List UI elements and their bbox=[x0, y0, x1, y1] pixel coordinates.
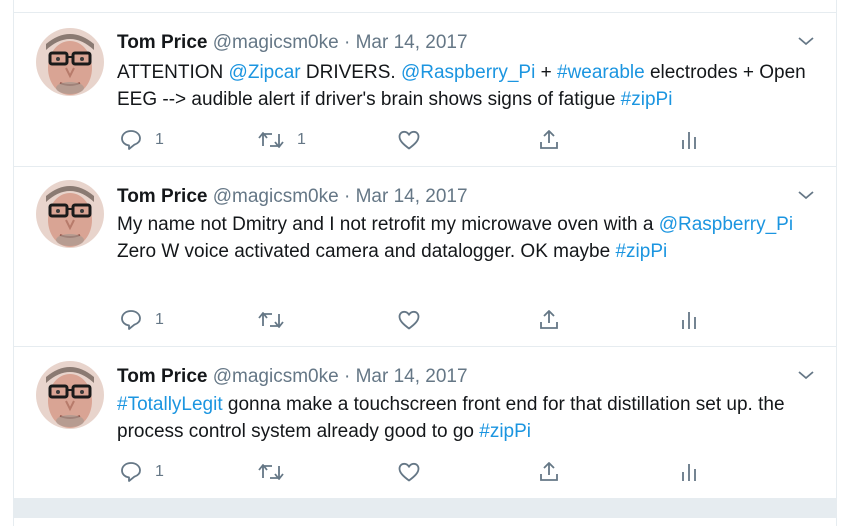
retweet-icon bbox=[258, 464, 284, 480]
hashtag-link[interactable]: #wearable bbox=[557, 62, 645, 83]
tweet-date[interactable]: Mar 14, 2017 bbox=[356, 366, 468, 387]
mention-link[interactable]: @Raspberry_Pi bbox=[401, 62, 535, 83]
like-button[interactable] bbox=[397, 307, 433, 333]
reply-icon bbox=[121, 310, 141, 330]
author-name[interactable]: Tom Price bbox=[117, 32, 207, 53]
timeline: Tom Price @magicsm0ke · Mar 14, 2017 ATT… bbox=[13, 0, 837, 526]
share-button[interactable] bbox=[537, 307, 561, 333]
reply-button[interactable]: 1 bbox=[119, 127, 164, 153]
retweet-count: 1 bbox=[297, 131, 306, 148]
like-button[interactable] bbox=[397, 127, 433, 153]
hashtag-link[interactable]: #zipPi bbox=[621, 89, 673, 110]
tweet-actions: 1 bbox=[117, 307, 717, 333]
analytics-button[interactable] bbox=[679, 459, 699, 485]
mention-link[interactable]: @Raspberry_Pi bbox=[659, 214, 793, 235]
tweet-header: Tom Price @magicsm0ke · Mar 14, 2017 bbox=[117, 31, 468, 55]
tweet[interactable]: Tom Price @magicsm0ke · Mar 14, 2017 ATT… bbox=[14, 12, 836, 167]
analytics-button[interactable] bbox=[679, 127, 699, 153]
tweet[interactable]: Tom Price @magicsm0ke · Mar 14, 2017 My … bbox=[14, 167, 836, 347]
tweet-text: ATTENTION @Zipcar DRIVERS. @Raspberry_Pi… bbox=[117, 59, 817, 113]
author-name[interactable]: Tom Price bbox=[117, 186, 207, 207]
avatar[interactable] bbox=[36, 361, 104, 429]
heart-icon bbox=[398, 130, 420, 150]
reply-icon bbox=[121, 462, 141, 482]
tweet-header: Tom Price @magicsm0ke · Mar 14, 2017 bbox=[117, 185, 468, 209]
tweet-date[interactable]: Mar 14, 2017 bbox=[356, 186, 468, 207]
reply-button[interactable]: 1 bbox=[119, 307, 164, 333]
author-handle[interactable]: @magicsm0ke bbox=[213, 32, 339, 53]
tweet-actions: 1 1 bbox=[117, 127, 717, 153]
tweet-actions: 1 bbox=[117, 459, 717, 485]
retweet-button[interactable] bbox=[257, 307, 297, 333]
retweet-button[interactable]: 1 bbox=[257, 127, 306, 153]
analytics-icon bbox=[682, 132, 696, 149]
author-handle[interactable]: @magicsm0ke bbox=[213, 186, 339, 207]
retweet-icon bbox=[258, 132, 284, 148]
author-name[interactable]: Tom Price bbox=[117, 366, 207, 387]
tweet-header: Tom Price @magicsm0ke · Mar 14, 2017 bbox=[117, 365, 468, 389]
separator: · bbox=[343, 32, 351, 53]
author-handle[interactable]: @magicsm0ke bbox=[213, 366, 339, 387]
tweet-text-segment: Zero W voice activated camera and datalo… bbox=[117, 241, 616, 262]
analytics-button[interactable] bbox=[679, 307, 699, 333]
reply-count: 1 bbox=[155, 131, 164, 148]
analytics-icon bbox=[682, 464, 696, 481]
tweet-text-segment: + bbox=[535, 62, 557, 83]
share-icon bbox=[540, 462, 558, 481]
hashtag-link[interactable]: #zipPi bbox=[479, 421, 531, 442]
tweet-text-segment: My name not Dmitry and I not retrofit my… bbox=[117, 214, 659, 235]
analytics-icon bbox=[682, 312, 696, 329]
share-button[interactable] bbox=[537, 127, 561, 153]
separator: · bbox=[343, 186, 351, 207]
heart-icon bbox=[398, 462, 420, 482]
reply-count: 1 bbox=[155, 463, 164, 480]
separator: · bbox=[343, 366, 351, 387]
heart-icon bbox=[398, 310, 420, 330]
tweet-text: #TotallyLegit gonna make a touchscreen f… bbox=[117, 391, 817, 445]
chevron-down-icon[interactable] bbox=[796, 367, 816, 383]
tweet-text: My name not Dmitry and I not retrofit my… bbox=[117, 211, 817, 265]
avatar[interactable] bbox=[36, 180, 104, 248]
retweet-button[interactable] bbox=[257, 459, 297, 485]
chevron-down-icon[interactable] bbox=[796, 33, 816, 49]
reply-icon bbox=[121, 130, 141, 150]
tweet[interactable]: Tom Price @magicsm0ke · Mar 14, 2017 #To… bbox=[14, 347, 836, 499]
hashtag-link[interactable]: #TotallyLegit bbox=[117, 394, 223, 415]
share-icon bbox=[540, 130, 558, 149]
mention-link[interactable]: @Zipcar bbox=[229, 62, 301, 83]
like-button[interactable] bbox=[397, 459, 433, 485]
timeline-footer-bar bbox=[14, 499, 836, 518]
tweet-text-segment: ATTENTION bbox=[117, 62, 229, 83]
tweet-date[interactable]: Mar 14, 2017 bbox=[356, 32, 468, 53]
hashtag-link[interactable]: #zipPi bbox=[615, 241, 667, 262]
reply-count: 1 bbox=[155, 311, 164, 328]
avatar[interactable] bbox=[36, 28, 104, 96]
reply-button[interactable]: 1 bbox=[119, 459, 164, 485]
share-icon bbox=[540, 310, 558, 329]
chevron-down-icon[interactable] bbox=[796, 187, 816, 203]
tweet-text-segment: DRIVERS. bbox=[300, 62, 401, 83]
share-button[interactable] bbox=[537, 459, 561, 485]
retweet-icon bbox=[258, 312, 284, 328]
